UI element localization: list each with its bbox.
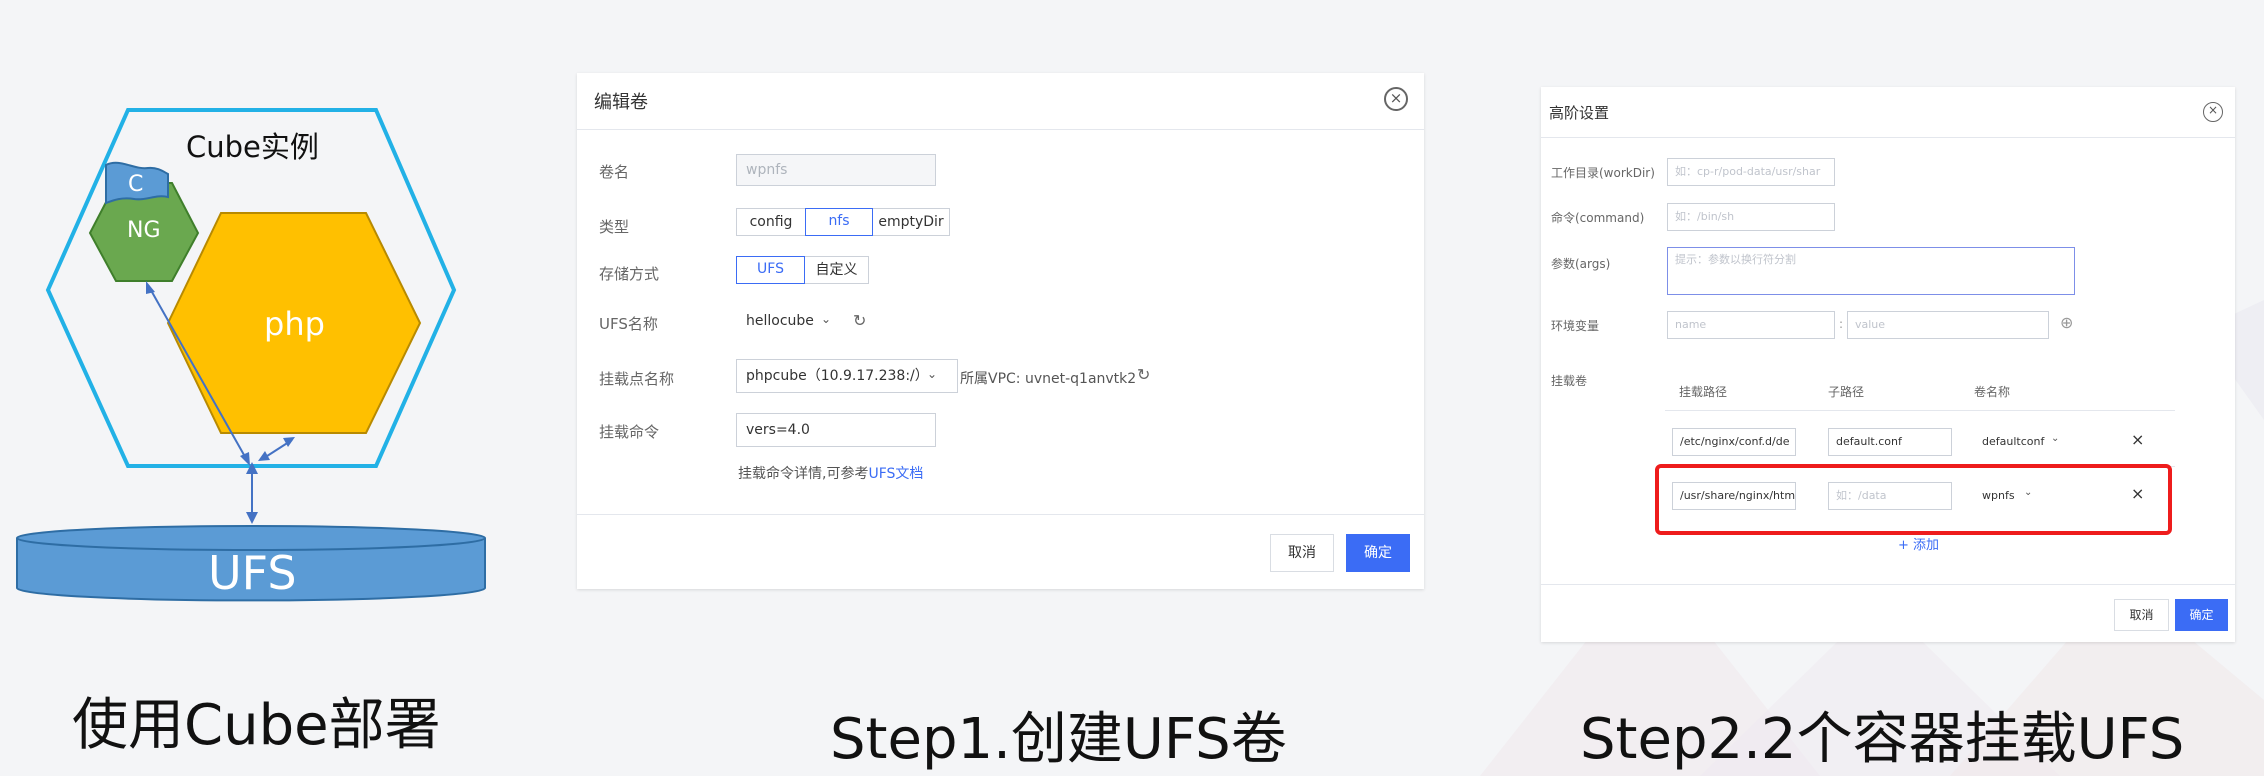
mount-point-label: 挂载点名称 xyxy=(599,370,675,388)
ng-label: NG xyxy=(127,218,161,243)
remove-row-icon[interactable]: × xyxy=(2131,430,2144,449)
env-label: 环境变量 xyxy=(1551,319,1600,333)
workdir-input[interactable]: 如：cp-r/pod-data/usr/shar xyxy=(1667,158,1835,186)
env-name-input[interactable]: name xyxy=(1667,311,1835,339)
type-label: 类型 xyxy=(599,218,630,236)
storage-segmented-control: UFS 自定义 xyxy=(736,256,869,284)
args-textarea[interactable]: 提示：参数以换行符分割 xyxy=(1667,247,2075,295)
ufs-name-chevron-down-icon[interactable]: ⌄ xyxy=(821,312,831,326)
mount-cmd-label: 挂载命令 xyxy=(599,423,660,441)
instance-label: Cube实例 xyxy=(186,130,319,164)
vpc-refresh-icon[interactable]: ↻ xyxy=(1137,365,1150,384)
diagram-svg xyxy=(16,108,486,602)
mount-point-chevron-down-icon[interactable]: ⌄ xyxy=(927,367,937,381)
dialog-title: 编辑卷 xyxy=(594,92,648,113)
command-label: 命令(command) xyxy=(1551,211,1645,225)
column-header-subpath: 子路径 xyxy=(1828,385,1865,399)
env-separator: : xyxy=(1839,317,1844,331)
volume-name-input[interactable]: wpnfs xyxy=(736,154,936,186)
cancel-button[interactable]: 取消 xyxy=(1270,534,1334,572)
caption-step2: Step2.2个容器挂载UFS xyxy=(1580,707,2185,772)
mount-cmd-input[interactable]: vers=4.0 xyxy=(736,413,936,447)
add-mount-link[interactable]: + 添加 xyxy=(1898,534,1939,553)
close-icon[interactable]: × xyxy=(1384,87,1408,111)
caption-cube-deploy: 使用Cube部署 xyxy=(72,693,441,758)
type-option-config[interactable]: config xyxy=(736,208,806,236)
workdir-label: 工作目录(workDir) xyxy=(1551,166,1655,180)
volume-name-label: 卷名 xyxy=(599,163,630,181)
command-input[interactable]: 如：/bin/sh xyxy=(1667,203,1835,231)
highlight-box xyxy=(1655,464,2172,535)
cube-deployment-diagram: Cube实例 C NG php UFS xyxy=(0,0,520,640)
storage-label: 存储方式 xyxy=(599,265,660,283)
ufs-doc-link[interactable]: UFS文档 xyxy=(868,466,923,482)
type-option-emptydir[interactable]: emptyDir xyxy=(872,208,950,236)
advanced-settings-dialog: 高阶设置 × 工作目录(workDir) 如：cp-r/pod-data/usr… xyxy=(1541,87,2235,642)
volume-chevron-down-icon[interactable]: ⌄ xyxy=(2051,433,2059,444)
ufs-label: UFS xyxy=(208,546,297,600)
column-header-volume: 卷名称 xyxy=(1974,385,2011,399)
mount-path-input[interactable]: /etc/nginx/conf.d/de xyxy=(1672,428,1796,456)
add-env-icon[interactable]: ⊕ xyxy=(2060,313,2073,332)
table-header-divider xyxy=(1665,410,2175,411)
ok-button[interactable]: 确定 xyxy=(1346,534,1410,572)
column-header-path: 挂载路径 xyxy=(1679,385,1728,399)
footer-divider xyxy=(1541,584,2235,585)
c-label: C xyxy=(128,172,144,197)
env-value-input[interactable]: value xyxy=(1847,311,2049,339)
dialog-header: 高阶设置 × xyxy=(1541,87,2235,138)
mount-point-select[interactable]: phpcube（10.9.17.238:/） xyxy=(736,359,958,393)
help-text: 挂载命令详情,可参考 xyxy=(738,466,869,482)
storage-option-custom[interactable]: 自定义 xyxy=(804,256,869,284)
mount-label: 挂载卷 xyxy=(1551,374,1588,388)
type-segmented-control: config nfs emptyDir xyxy=(736,208,950,236)
args-label: 参数(args) xyxy=(1551,257,1611,271)
mount-cmd-help: 挂载命令详情,可参考UFS文档 xyxy=(738,463,923,483)
ufs-name-label: UFS名称 xyxy=(599,315,658,333)
dialog-title: 高阶设置 xyxy=(1549,104,1610,122)
dialog-header: 编辑卷 × xyxy=(577,73,1424,130)
subpath-input[interactable]: default.conf xyxy=(1828,428,1952,456)
caption-step1: Step1.创建UFS卷 xyxy=(830,707,1287,772)
vpc-text: 所属VPC: uvnet-q1anvtk2 xyxy=(960,371,1137,387)
edit-volume-dialog: 编辑卷 × 卷名 wpnfs 类型 config nfs emptyDir 存储… xyxy=(577,73,1424,589)
php-label: php xyxy=(264,305,325,343)
storage-option-ufs[interactable]: UFS xyxy=(736,256,805,284)
footer-divider xyxy=(577,514,1424,515)
ufs-refresh-icon[interactable]: ↻ xyxy=(853,311,866,330)
ok-button[interactable]: 确定 xyxy=(2175,599,2228,631)
type-option-nfs[interactable]: nfs xyxy=(805,208,873,236)
close-icon[interactable]: × xyxy=(2203,102,2223,122)
cancel-button[interactable]: 取消 xyxy=(2114,599,2169,631)
